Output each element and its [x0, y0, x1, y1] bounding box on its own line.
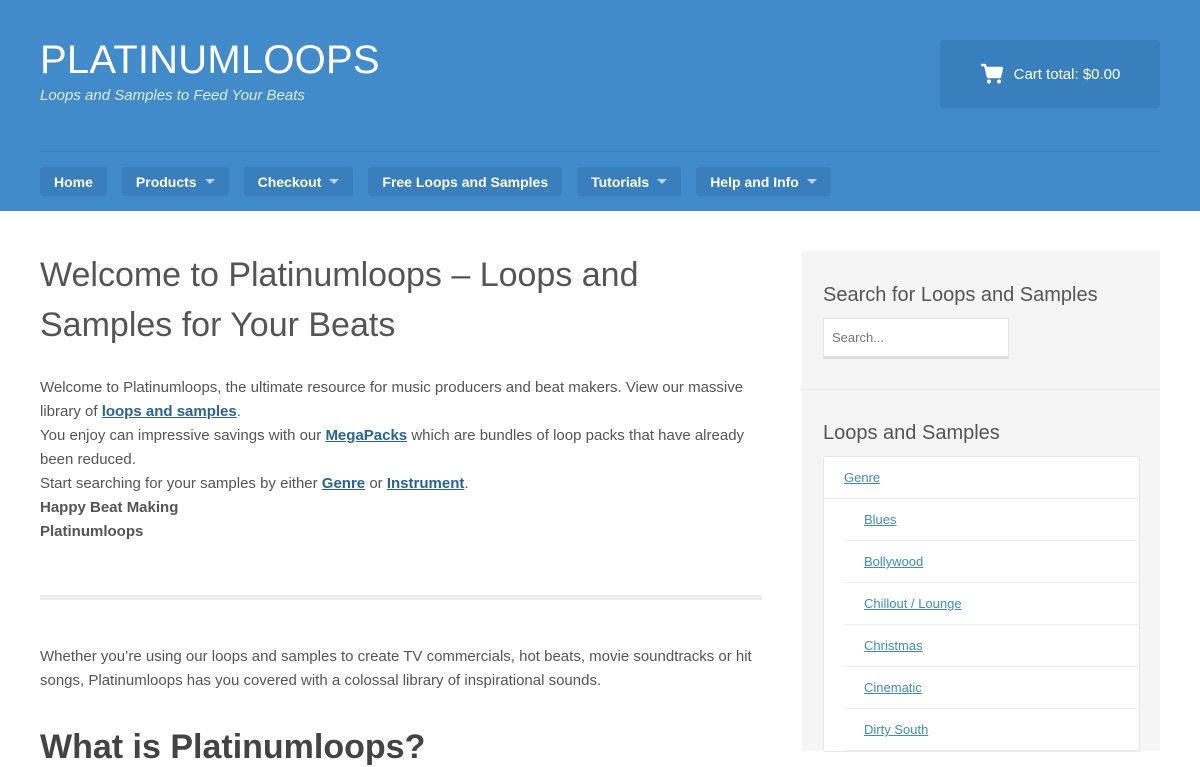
- nav-home-label: Home: [54, 173, 93, 190]
- signature: Platinumloops: [40, 523, 144, 540]
- category-link[interactable]: Chillout / Lounge: [864, 596, 962, 611]
- nav-help[interactable]: Help and Info: [696, 167, 831, 196]
- nav-products-label: Products: [135, 173, 197, 190]
- page-title: Welcome to Platinumloops – Loops and Sam…: [40, 256, 639, 344]
- genre-link[interactable]: Genre: [322, 475, 365, 492]
- cart-total-button[interactable]: Cart total: $0.00: [940, 40, 1160, 108]
- search-input[interactable]: [823, 318, 1009, 359]
- intro-text: Welcome to Platinumloops, the ultimate r…: [40, 376, 762, 544]
- main-nav: Home Products Checkout Free Loops and Sa…: [40, 167, 831, 196]
- nav-free-loops[interactable]: Free Loops and Samples: [368, 167, 563, 196]
- list-item: Bollywood: [844, 541, 1139, 583]
- branding: PLATINUMLOOPS Loops and Samples to Feed …: [40, 38, 380, 104]
- category-link[interactable]: Bollywood: [864, 554, 923, 569]
- list-item: Blues: [844, 499, 1139, 541]
- nav-checkout-label: Checkout: [257, 173, 322, 190]
- intro-line-2: You enjoy can impressive savings with ou…: [40, 427, 326, 444]
- intro-line-1-end: .: [236, 403, 241, 420]
- category-genre-link[interactable]: Genre: [844, 470, 880, 485]
- site-title[interactable]: PLATINUMLOOPS: [40, 38, 380, 82]
- list-item: Chillout / Lounge: [844, 583, 1139, 625]
- site-header: PLATINUMLOOPS Loops and Samples to Feed …: [0, 0, 1200, 211]
- nav-home[interactable]: Home: [40, 167, 107, 196]
- list-item: Genre: [824, 457, 1139, 499]
- nav-tutorials-label: Tutorials: [591, 173, 650, 190]
- category-link[interactable]: Dirty South: [864, 722, 928, 737]
- section-heading: What is Platinumloops?: [40, 728, 426, 766]
- list-item: Dirty South: [844, 709, 1139, 751]
- intro-line-3: Start searching for your samples by eith…: [40, 475, 322, 492]
- list-item: Christmas: [844, 625, 1139, 667]
- caret-down-icon: [329, 179, 340, 184]
- category-link[interactable]: Christmas: [864, 638, 923, 653]
- list-item: Cinematic: [844, 667, 1139, 709]
- caret-down-icon: [657, 179, 668, 184]
- nav-divider: [40, 151, 1160, 152]
- loops-and-samples-link[interactable]: loops and samples: [102, 403, 237, 420]
- shopping-cart-icon: [980, 63, 1004, 85]
- search-widget: Search for Loops and Samples: [823, 284, 1098, 359]
- nav-tutorials[interactable]: Tutorials: [577, 167, 682, 196]
- loops-widget-title: Loops and Samples: [823, 422, 1000, 444]
- category-link[interactable]: Cinematic: [864, 680, 922, 695]
- instrument-link[interactable]: Instrument: [387, 475, 465, 492]
- sidebar: Search for Loops and Samples Loops and S…: [802, 251, 1160, 752]
- category-list: Genre Blues Bollywood Chillout / Lounge …: [823, 456, 1140, 752]
- sidebar-divider: [802, 389, 1160, 390]
- cart-total-label: Cart total: $0.00: [1013, 65, 1121, 83]
- site-tagline: Loops and Samples to Feed Your Beats: [40, 87, 305, 104]
- nav-checkout[interactable]: Checkout: [243, 167, 354, 196]
- caret-down-icon: [204, 179, 215, 184]
- category-link[interactable]: Blues: [864, 512, 897, 527]
- main-content: Welcome to Platinumloops – Loops and Sam…: [40, 250, 762, 767]
- caret-down-icon: [806, 179, 817, 184]
- content-divider: [40, 595, 762, 600]
- loops-widget: Loops and Samples Genre Blues Bollywood …: [823, 422, 1140, 752]
- megapacks-link[interactable]: MegaPacks: [325, 427, 407, 444]
- intro-line-3-mid: or: [365, 475, 387, 492]
- nav-products[interactable]: Products: [121, 167, 229, 196]
- happy-beat-making: Happy Beat Making: [40, 499, 179, 516]
- nav-free-loops-label: Free Loops and Samples: [382, 173, 549, 190]
- description-paragraph: Whether you’re using our loops and sampl…: [40, 648, 752, 689]
- intro-line-3-end: .: [464, 475, 469, 492]
- search-widget-title: Search for Loops and Samples: [823, 284, 1098, 306]
- nav-help-label: Help and Info: [710, 173, 799, 190]
